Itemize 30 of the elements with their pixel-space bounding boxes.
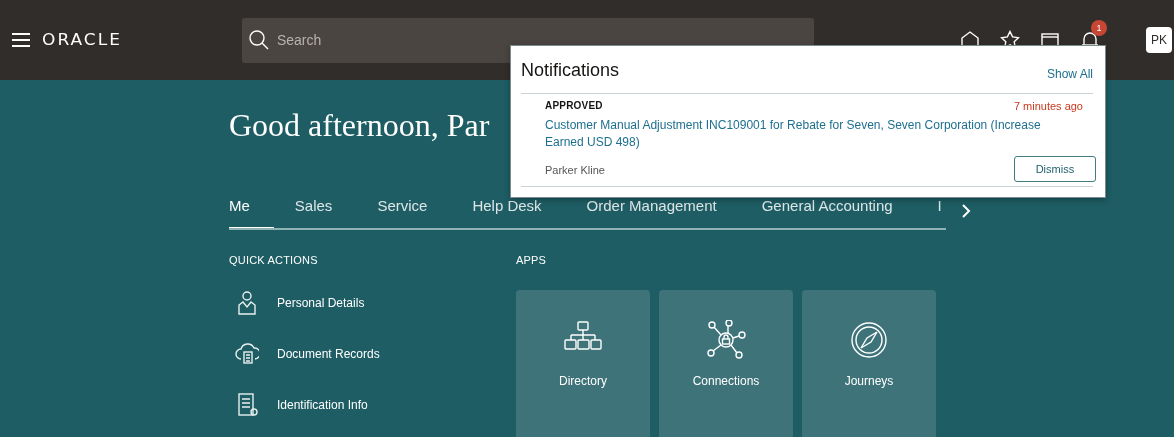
section-heading: APPS — [516, 254, 548, 266]
network-lock-icon — [706, 320, 746, 360]
quick-action-link[interactable]: Document Records — [277, 347, 380, 361]
app-tile[interactable]: Connections — [659, 290, 793, 437]
nav-tab[interactable]: Sales — [294, 191, 333, 228]
quick-action-link[interactable]: Identification Info — [277, 398, 368, 412]
chevron-right-icon[interactable] — [960, 202, 972, 219]
cloud-document-icon — [235, 341, 259, 367]
notification-link[interactable]: Customer Manual Adjustment INC109001 for Rebate for Seven, Seven Corporation (Increase Earned USD 498) — [545, 117, 1083, 151]
notification-time: 7 minutes ago — [1013, 100, 1083, 112]
document-icon — [235, 392, 259, 418]
app-tile[interactable]: Journeys — [802, 290, 936, 437]
greeting-heading: Good afternoon, Par — [229, 107, 490, 145]
dismiss-button[interactable]: Dismiss — [1013, 156, 1096, 182]
app-tile[interactable]: Directory — [516, 290, 650, 437]
nav-tab[interactable]: Service — [377, 191, 428, 228]
notification-badge: 1 — [1090, 20, 1107, 36]
notification-author: Parker Kline — [545, 164, 606, 178]
section-heading: QUICK ACTIONS — [229, 254, 319, 266]
person-icon — [235, 290, 259, 316]
notification-status: APPROVED — [545, 100, 604, 112]
quick-action-link[interactable]: Personal Details — [277, 296, 365, 310]
oracle-logo[interactable]: ORACLE — [42, 31, 122, 49]
show-all-link[interactable]: Show All — [1046, 67, 1093, 81]
nav-tab[interactable]: Me — [229, 191, 274, 228]
search-icon — [248, 29, 269, 50]
notifications-title: Notifications — [521, 60, 620, 81]
compass-icon — [849, 320, 889, 360]
user-avatar[interactable]: PK — [1145, 27, 1172, 53]
menu-icon[interactable] — [12, 31, 30, 49]
